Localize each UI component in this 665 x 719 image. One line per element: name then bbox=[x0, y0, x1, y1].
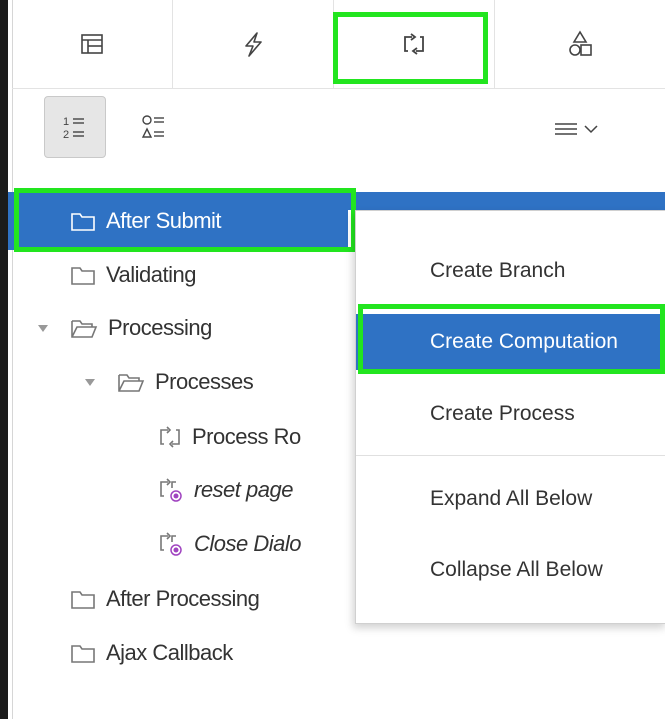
tree-node-reset-page[interactable]: reset page bbox=[158, 465, 293, 515]
open-folder-icon bbox=[71, 320, 98, 338]
view-component-type-button[interactable] bbox=[124, 96, 186, 158]
menu-chevron-icon bbox=[555, 123, 598, 135]
tree-node-label: Processes bbox=[155, 369, 254, 394]
expand-triangle-icon[interactable] bbox=[83, 375, 97, 389]
folder-icon bbox=[71, 645, 95, 663]
folder-icon bbox=[71, 267, 95, 285]
menu-item-label: Expand All Below bbox=[430, 487, 593, 510]
tree-node-ajax-callback[interactable]: Ajax Callback bbox=[70, 628, 233, 678]
menu-item-collapse-all-below[interactable]: Collapse All Below bbox=[356, 542, 665, 598]
highlight-create-computation bbox=[358, 304, 665, 374]
folder-icon bbox=[71, 591, 95, 609]
tab-shared-components[interactable] bbox=[495, 0, 665, 88]
lightning-icon bbox=[245, 32, 262, 57]
tree-node-processes[interactable]: Processes bbox=[83, 357, 254, 407]
ordered-list-icon: 1 2 bbox=[63, 116, 84, 141]
tab-rendering[interactable] bbox=[12, 0, 173, 88]
menu-item-label: Create Branch bbox=[430, 259, 566, 282]
menu-item-create-branch[interactable]: Create Branch bbox=[356, 243, 665, 299]
tree-menu-button[interactable] bbox=[542, 110, 612, 150]
svg-text:2: 2 bbox=[63, 129, 69, 141]
tree-node-label: After Processing bbox=[106, 586, 260, 611]
menu-item-label: Collapse All Below bbox=[430, 558, 603, 581]
tree-node-label: reset page bbox=[194, 477, 293, 502]
menu-item-create-process[interactable]: Create Process bbox=[356, 386, 665, 442]
tree-node-label: Processing bbox=[108, 315, 212, 340]
shared-components-icon bbox=[569, 30, 592, 56]
expand-triangle-icon[interactable] bbox=[36, 321, 50, 335]
open-folder-icon bbox=[118, 374, 145, 392]
tree-node-label: Validating bbox=[106, 262, 197, 287]
svg-text:1: 1 bbox=[63, 116, 69, 128]
process-icon bbox=[160, 426, 180, 448]
table-layout-icon bbox=[81, 34, 103, 54]
tree-toolbar: 1 2 bbox=[12, 88, 665, 180]
tab-dynamic-actions[interactable] bbox=[173, 0, 334, 88]
tree-node-label: Ajax Callback bbox=[106, 640, 233, 665]
menu-separator bbox=[356, 455, 665, 456]
selected-row-extension bbox=[348, 192, 665, 210]
menu-item-expand-all-below[interactable]: Expand All Below bbox=[356, 471, 665, 527]
conditional-process-icon bbox=[160, 478, 182, 502]
highlight-after-submit bbox=[14, 188, 356, 252]
context-menu: Create Branch Create Computation Create … bbox=[355, 210, 665, 624]
view-processing-order-button[interactable]: 1 2 bbox=[44, 96, 106, 158]
app-frame: 1 2 After Submit Validating Processing P… bbox=[0, 0, 665, 719]
tree-node-close-dialog[interactable]: Close Dialo bbox=[158, 519, 302, 569]
tree-node-process-row[interactable]: Process Ro bbox=[158, 412, 301, 462]
component-list-icon bbox=[141, 115, 164, 138]
menu-item-label: Create Process bbox=[430, 402, 575, 425]
tree-node-label: Process Ro bbox=[192, 424, 301, 449]
tree-node-processing[interactable]: Processing bbox=[36, 303, 212, 353]
tree-node-label: Close Dialo bbox=[194, 531, 302, 556]
tree-node-validating[interactable]: Validating bbox=[70, 250, 197, 300]
conditional-process-icon bbox=[160, 532, 182, 556]
window-edge bbox=[0, 0, 8, 719]
highlight-processing-tab bbox=[333, 12, 488, 84]
tree-node-after-processing[interactable]: After Processing bbox=[70, 574, 260, 624]
